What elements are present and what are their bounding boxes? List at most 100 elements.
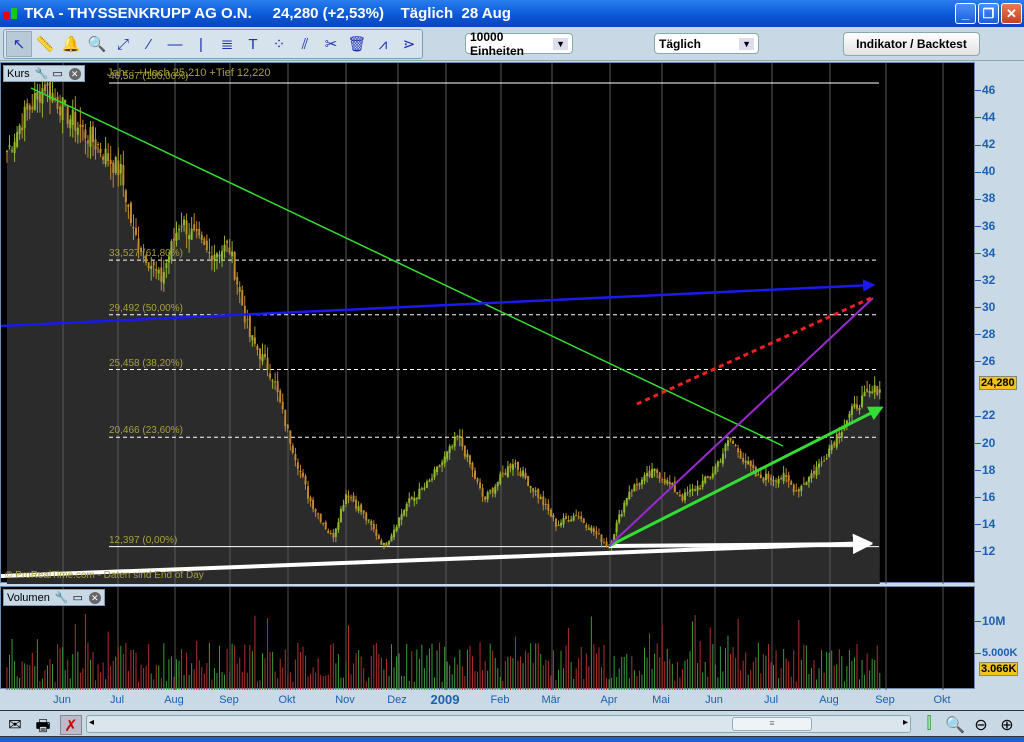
- price-tick: 26: [975, 354, 995, 368]
- last-volume-badge: 3.066K: [979, 662, 1019, 676]
- zoom-out-icon[interactable]: ⊖: [970, 715, 992, 735]
- fib-level-label: 12,397 (0,00%): [109, 534, 178, 546]
- zoom-in-icon[interactable]: ⊕: [996, 715, 1018, 735]
- last-price-badge: 24,280: [979, 376, 1017, 391]
- fib-level-label: 25,458 (38,20%): [109, 357, 183, 369]
- scroll-thumb[interactable]: ≡: [732, 717, 812, 731]
- month-label: Aug: [164, 694, 184, 706]
- fib-level-label: 20,466 (23,60%): [109, 425, 183, 437]
- scroll-right-icon[interactable]: ▸: [903, 717, 908, 728]
- horizontal-scrollbar[interactable]: ◂ ≡ ▸: [86, 715, 911, 733]
- toolbar: ↖ 📏 🔔 🔍 ⤢ ⁄ — | ≣ T ⁘ ⫽ ✂ 🗑 ⩘ ⋗ 10000 Einheiten ▼ Täglic…: [0, 27, 1024, 61]
- vertical-line-icon[interactable]: |: [188, 31, 214, 57]
- close-icon[interactable]: ✕: [88, 591, 101, 604]
- range-info: Jahr : +Hoch 25,210 +Tief 12,220: [107, 67, 271, 79]
- price-tick: 28: [975, 327, 995, 341]
- segment-icon[interactable]: ⤢: [110, 31, 136, 57]
- month-label: Jun: [53, 694, 71, 706]
- month-label: Aug: [819, 694, 839, 706]
- restore-button[interactable]: ❐: [978, 3, 999, 24]
- envelope-icon[interactable]: ✉: [4, 715, 26, 735]
- units-value: 10000 Einheiten: [470, 29, 525, 58]
- points-icon[interactable]: ⁘: [266, 31, 292, 57]
- candlestick-app-icon: [2, 6, 20, 22]
- scroll-left-icon[interactable]: ◂: [89, 717, 94, 728]
- volume-tick: 10M: [975, 614, 1005, 628]
- trash-icon[interactable]: 🗑: [344, 31, 370, 57]
- window-icon[interactable]: ▭: [52, 67, 64, 80]
- triangle-channel-icon[interactable]: ⋗: [396, 31, 422, 57]
- unlink-icon[interactable]: ✗: [60, 715, 82, 735]
- price-tick: 36: [975, 219, 995, 233]
- price-tick: 30: [975, 300, 995, 314]
- price-tick: 44: [975, 110, 995, 124]
- channel-icon[interactable]: ⩘: [370, 31, 396, 57]
- pointer-icon[interactable]: ↖: [6, 31, 32, 57]
- price-tick: 16: [975, 490, 995, 504]
- price-chart[interactable]: 46,587 (100,00%) 33,527 (61,80%) 29,492 (5…: [0, 62, 976, 584]
- month-label: Mai: [652, 694, 670, 706]
- month-label: Okt: [933, 694, 951, 706]
- panel-title: Kurs: [7, 67, 30, 80]
- drawing-tools: ↖ 📏 🔔 🔍 ⤢ ⁄ — | ≣ T ⁘ ⫽ ✂ 🗑 ⩘ ⋗: [3, 29, 423, 59]
- fibonacci-icon[interactable]: ≣: [214, 31, 240, 57]
- month-label: Feb: [490, 694, 510, 706]
- volume-tick: 5.000K: [975, 647, 1017, 659]
- line-icon[interactable]: ⁄: [136, 31, 162, 57]
- price-tick: 14: [975, 517, 995, 531]
- month-label: Nov: [335, 694, 355, 706]
- price-tick: 12: [975, 544, 995, 558]
- price-tick: 34: [975, 246, 995, 260]
- fib-level-label: 33,527 (61,80%): [109, 248, 183, 260]
- month-label: Okt: [278, 694, 296, 706]
- minimize-button[interactable]: _: [955, 3, 976, 24]
- date-axis: Jun Jul Aug Sep Okt Nov Dez 2009 Feb Mär Apr Mai Jun…: [0, 689, 975, 710]
- chevron-down-icon: ▼: [553, 37, 568, 50]
- month-label: Apr: [600, 694, 618, 706]
- month-label: Mär: [541, 694, 561, 706]
- volume-chart[interactable]: Volumen 🔧 ▭ ✕: [0, 586, 976, 690]
- price-panel-header: Kurs 🔧 ▭ ✕: [3, 65, 85, 82]
- text-icon[interactable]: T: [240, 31, 266, 57]
- zoom-fit-icon[interactable]: 🔍: [944, 715, 966, 735]
- title-bar: TKA - THYSSENKRUPP AG O.N. 24,280 (+2,53…: [0, 0, 1024, 27]
- month-label: Dez: [387, 694, 407, 706]
- units-select[interactable]: 10000 Einheiten ▼: [465, 30, 573, 58]
- wrench-icon[interactable]: 🔧: [35, 67, 49, 80]
- price-axis[interactable]: 46 44 42 40 38 36 34 32 30 28 26 22 20 18 16 14 12 24,280…: [975, 62, 1024, 689]
- fib-level-label: 29,492 (50,00%): [109, 302, 183, 314]
- zoom-icon[interactable]: 🔍: [84, 31, 110, 57]
- chart-type-icon[interactable]: ⫿: [918, 715, 940, 733]
- wrench-icon[interactable]: 🔧: [55, 591, 69, 604]
- chevron-down-icon: ▼: [739, 37, 754, 50]
- parallel-icon[interactable]: ⫽: [292, 31, 318, 57]
- horizontal-line-icon[interactable]: —: [162, 31, 188, 57]
- month-label: Sep: [875, 694, 895, 706]
- price-tick: 42: [975, 137, 995, 151]
- indicator-backtest-button[interactable]: Indikator / Backtest: [843, 32, 980, 56]
- bottom-bar: ✉ 🖶 ✗ ◂ ≡ ▸ ⫿ 🔍 ⊖ ⊕: [0, 710, 1024, 737]
- close-icon[interactable]: ✕: [68, 67, 81, 80]
- fib-labels: 46,587 (100,00%) 33,527 (61,80%) 29,492 (5…: [1, 63, 976, 584]
- window-title: TKA - THYSSENKRUPP AG O.N. 24,280 (+2,53…: [24, 5, 511, 22]
- price-tick: 20: [975, 436, 995, 450]
- month-label: 2009: [430, 692, 460, 707]
- ruler-icon[interactable]: 📏: [32, 31, 58, 57]
- price-tick: 46: [975, 83, 995, 97]
- period-select[interactable]: Täglich ▼: [654, 33, 759, 54]
- price-tick: 38: [975, 191, 995, 205]
- taskbar: [0, 737, 1024, 742]
- period-value: Täglich: [659, 36, 702, 51]
- month-label: Jul: [109, 694, 125, 706]
- volume-panel-header: Volumen 🔧 ▭ ✕: [3, 589, 105, 606]
- price-tick: 32: [975, 273, 995, 287]
- copyright-text: © ProRealTime.com - Daten sind End of Da…: [5, 570, 204, 581]
- close-button[interactable]: ✕: [1001, 3, 1022, 24]
- panel-title: Volumen: [7, 591, 50, 604]
- price-tick: 40: [975, 164, 995, 178]
- window-icon[interactable]: ▭: [72, 591, 84, 604]
- volume-chart-canvas[interactable]: [1, 587, 976, 690]
- properties-tools-icon[interactable]: ✂: [318, 31, 344, 57]
- price-tick: 18: [975, 463, 995, 477]
- alarm-bell-icon[interactable]: 🔔: [58, 31, 84, 57]
